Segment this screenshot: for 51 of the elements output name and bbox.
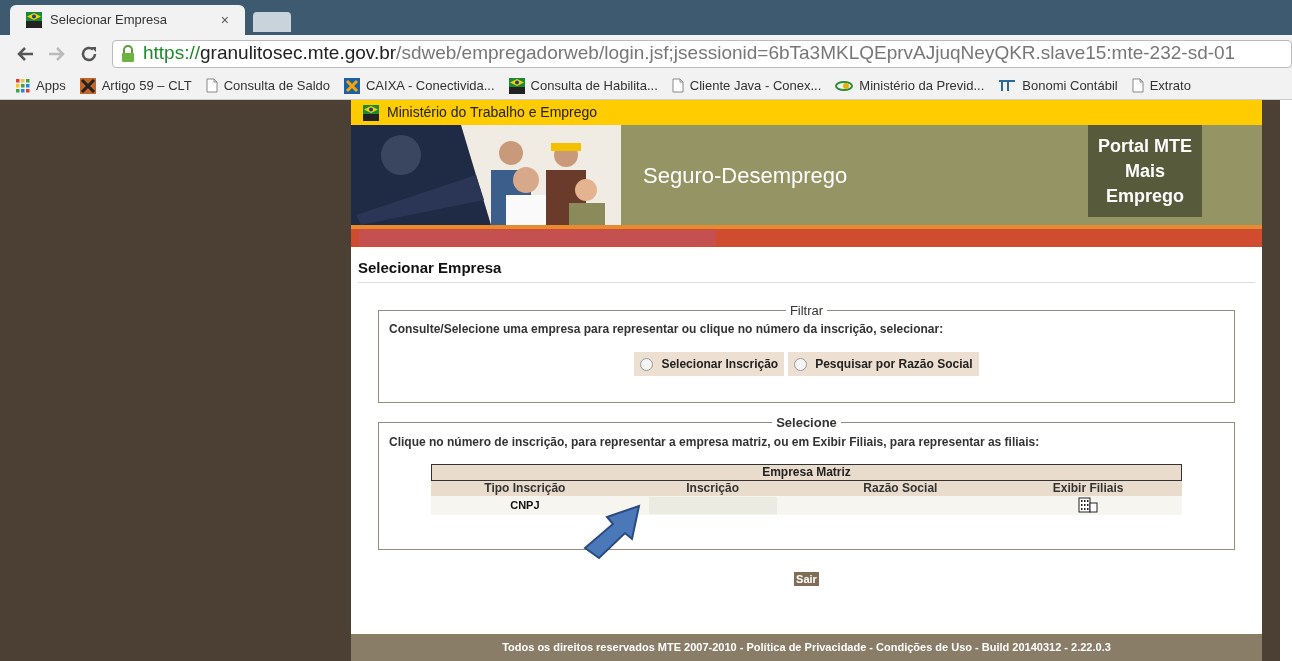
- bookmark[interactable]: Bonomi Contábil: [998, 75, 1118, 96]
- instruction-text: Clique no número de inscrição, para representar a empresa matriz, ou em Exibir Filiais, para representar as filiais:: [389, 433, 1041, 451]
- x-logo-icon: [344, 77, 360, 94]
- url-text: https://granulitosec.mte.gov.br/sdweb/empregadorweb/login.jsf;jsessionid=6bTa3MKLQEprvAJjuqNeyQKR.slave15:mte-232-sd-01: [143, 41, 1236, 66]
- bookmark[interactable]: Cliente Java - Conex...: [671, 75, 822, 96]
- close-button[interactable]: ×: [220, 9, 229, 31]
- site-icon: [79, 77, 96, 94]
- column-header: Inscrição: [685, 480, 740, 496]
- bookmark[interactable]: Ministério da Previd...: [835, 75, 985, 96]
- panel-legend: Selecione: [772, 413, 841, 433]
- flag-icon: [26, 12, 42, 28]
- swirl-icon: [835, 79, 854, 92]
- page-title: Selecionar Empresa: [358, 257, 1255, 283]
- radio-option[interactable]: Pesquisar por Razão Social: [788, 352, 979, 376]
- back-icon[interactable]: [16, 45, 34, 62]
- bookmark[interactable]: Consulta de Saldo: [205, 75, 330, 96]
- instruction-text: Consulte/Selecione uma empresa para representar ou clique no número da inscrição, selecionar:: [389, 321, 945, 338]
- flag-icon: [508, 77, 525, 94]
- page-icon: [1131, 78, 1144, 93]
- banner-title: Seguro-Desemprego: [643, 161, 849, 190]
- radio-button[interactable]: [794, 357, 808, 371]
- apps-grid-icon: [16, 78, 30, 93]
- bookmark[interactable]: Apps: [16, 75, 66, 96]
- column-header: Tipo Inscrição: [483, 480, 567, 496]
- pi-icon: [998, 78, 1017, 93]
- bookmark[interactable]: CAIXA - Conectivida...: [344, 75, 495, 96]
- column-header: Exibir Filiais: [1051, 480, 1125, 496]
- flag-icon: [363, 104, 379, 121]
- forward-icon[interactable]: [48, 45, 66, 62]
- lock-icon: [121, 44, 135, 63]
- page-icon: [671, 78, 684, 93]
- table-caption: Empresa Matriz: [431, 463, 1182, 481]
- bookmark[interactable]: Extrato: [1131, 75, 1191, 96]
- ministry-name: Ministério do Trabalho e Emprego: [387, 103, 598, 122]
- building-icon[interactable]: [1078, 497, 1099, 513]
- footer: Todos os direitos reservados MTE 2007-2010 - Política de Privacidade - Condições de Uso - Build 20140312 - 2.22.0.3: [351, 634, 1262, 661]
- arrow-icon: [581, 503, 643, 562]
- exit-button[interactable]: Sair: [794, 571, 819, 586]
- browser-tab[interactable]: Selecionar Empresa ×: [10, 5, 245, 35]
- reload-icon[interactable]: [80, 44, 98, 63]
- bookmark[interactable]: Consulta de Habilita...: [508, 75, 658, 96]
- radio-button[interactable]: [640, 357, 654, 371]
- table-cell-text: CNPJ: [509, 497, 541, 513]
- address-bar[interactable]: https://granulitosec.mte.gov.br/sdweb/empregadorweb/login.jsf;jsessionid=6bTa3MKLQEprvAJjuqNeyQKR.slave15:mte-232-sd-01: [112, 39, 1292, 68]
- bookmark[interactable]: Artigo 59 – CLT: [79, 75, 192, 96]
- page-icon: [205, 78, 218, 93]
- tab-title: Selecionar Empresa: [50, 11, 169, 30]
- portal-badge[interactable]: Portal MTE Mais Emprego: [1088, 125, 1202, 217]
- column-header: Razão Social: [862, 480, 939, 496]
- panel-legend: Filtrar: [785, 300, 828, 320]
- radio-option[interactable]: Selecionar Inscrição: [634, 352, 785, 376]
